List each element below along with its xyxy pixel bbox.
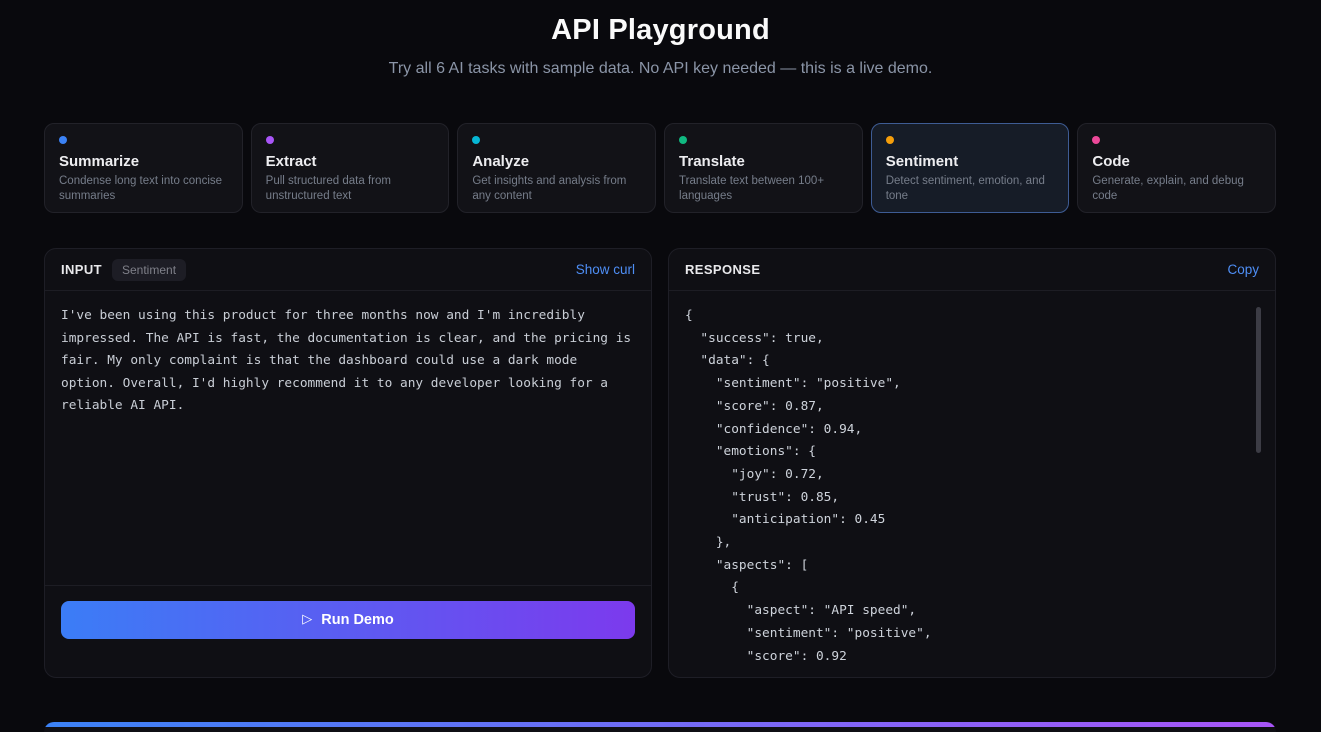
- input-label: INPUT: [61, 262, 102, 277]
- summarize-dot-icon: [59, 136, 67, 144]
- response-scrollbar[interactable]: [1256, 307, 1261, 453]
- task-badge: Sentiment: [112, 258, 187, 281]
- next-section-gradient-bar: [44, 722, 1276, 727]
- task-card-translate[interactable]: Translate Translate text between 100+ la…: [664, 123, 863, 213]
- response-json: { "success": true, "data": { "sentiment"…: [685, 308, 932, 664]
- task-title: Analyze: [472, 153, 530, 170]
- task-description: Get insights and analysis from any conte…: [472, 175, 627, 202]
- run-demo-button[interactable]: ▷ Run Demo: [61, 601, 635, 639]
- next-section-card: [44, 722, 1276, 732]
- page-subtitle: Try all 6 AI tasks with sample data. No …: [388, 60, 933, 77]
- task-title: Sentiment: [885, 153, 959, 170]
- task-description: Generate, explain, and debug code: [1092, 175, 1244, 202]
- api-playground-page: API Playground Try all 6 AI tasks with s…: [0, 0, 1321, 732]
- input-panel-header: INPUT Sentiment Show curl: [45, 249, 651, 291]
- sentiment-dot-icon: [885, 136, 894, 144]
- task-card-analyze[interactable]: Analyze Get insights and analysis from a…: [457, 123, 657, 213]
- task-description: Translate text between 100+ languages: [679, 175, 825, 202]
- task-card-code[interactable]: Code Generate, explain, and debug code: [1077, 123, 1277, 213]
- input-footer: ▷ Run Demo: [45, 586, 651, 654]
- response-body: { "success": true, "data": { "sentiment"…: [669, 291, 1275, 677]
- task-card-summarize[interactable]: Summarize Condense long text into concis…: [44, 123, 243, 213]
- input-textarea[interactable]: I've been using this product for three m…: [61, 305, 635, 571]
- panels-row: INPUT Sentiment Show curl I've been usin…: [44, 248, 1276, 678]
- response-label: RESPONSE: [685, 262, 761, 277]
- code-dot-icon: [1092, 136, 1101, 144]
- show-curl-link[interactable]: Show curl: [576, 262, 635, 277]
- task-description: Condense long text into concise summarie…: [59, 175, 223, 202]
- task-description: Pull structured data from unstructured t…: [265, 175, 391, 202]
- task-title: Extract: [265, 153, 317, 170]
- copy-link[interactable]: Copy: [1227, 262, 1259, 277]
- task-title: Code: [1092, 153, 1130, 170]
- run-demo-label: Run Demo: [321, 612, 394, 628]
- translate-dot-icon: [679, 136, 688, 144]
- input-body: I've been using this product for three m…: [45, 291, 651, 586]
- response-panel: RESPONSE Copy { "success": true, "data":…: [668, 248, 1276, 678]
- extract-dot-icon: [265, 136, 274, 144]
- task-card-sentiment[interactable]: Sentiment Detect sentiment, emotion, and…: [870, 123, 1070, 213]
- input-panel: INPUT Sentiment Show curl I've been usin…: [44, 248, 652, 678]
- analyze-dot-icon: [472, 136, 481, 144]
- page-title: API Playground: [551, 14, 770, 46]
- response-panel-header: RESPONSE Copy: [669, 249, 1275, 291]
- play-icon: ▷: [302, 611, 313, 626]
- task-title: Summarize: [59, 153, 140, 170]
- task-description: Detect sentiment, emotion, and tone: [885, 175, 1045, 202]
- task-title: Translate: [679, 153, 745, 170]
- task-card-extract[interactable]: Extract Pull structured data from unstru…: [250, 123, 450, 213]
- task-card-row: Summarize Condense long text into concis…: [44, 123, 1277, 213]
